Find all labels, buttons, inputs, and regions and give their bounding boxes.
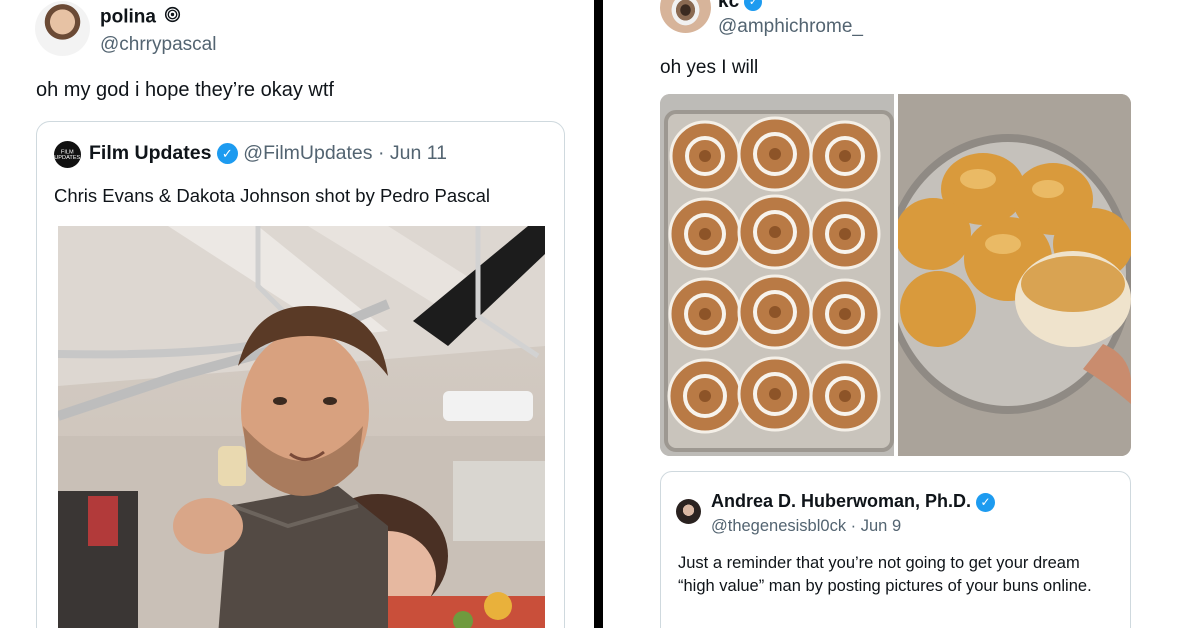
author-name-row: polina [100, 6, 181, 29]
logo-text: FILM UPDATES [54, 148, 81, 161]
photo-illustration [58, 226, 545, 628]
verified-icon: ✓ [216, 143, 238, 165]
cinnamon-rolls-photo[interactable] [660, 94, 894, 456]
spiral-icon [164, 6, 181, 29]
quoted-tweet-card[interactable]: Andrea D. Huberwoman, Ph.D. ✓ @thegenesi… [660, 471, 1131, 628]
author-handle[interactable]: @chrrypascal [100, 34, 216, 56]
dinner-buns-photo[interactable] [898, 94, 1131, 456]
quoted-text: Just a reminder that you’re not going to… [678, 554, 1092, 595]
tweet-text: oh my god i hope they’re okay wtf [36, 79, 334, 101]
author-name[interactable]: kc [718, 0, 739, 12]
kc-avatar[interactable] [660, 0, 711, 33]
quoted-author-name[interactable]: Film Updates [89, 142, 211, 164]
author-handle[interactable]: @amphichrome_ [718, 16, 863, 38]
film-updates-logo[interactable]: FILM UPDATES [54, 141, 81, 168]
author-name[interactable]: polina [100, 7, 156, 28]
polina-avatar[interactable] [35, 1, 90, 56]
quoted-meta: @thegenesisbl0ck · Jun 9 [711, 517, 901, 536]
quoted-text: Chris Evans & Dakota Johnson shot by Ped… [54, 185, 491, 206]
right-tweet: kc ✓ @amphichrome_ oh yes I will Andrea … [603, 0, 1200, 628]
quoted-author-handle[interactable]: @thegenesisbl0ck [711, 517, 846, 535]
left-tweet: polina @chrrypascal oh my god i hope the… [0, 0, 594, 628]
rolls-illustration [660, 94, 894, 456]
verified-icon: ✓ [744, 0, 763, 11]
quoted-author-name[interactable]: Andrea D. Huberwoman, Ph.D. [711, 491, 971, 511]
quoted-tweet-card[interactable]: FILM UPDATES Film Updates ✓ @FilmUpdates… [36, 121, 565, 628]
quoted-photo[interactable] [58, 226, 545, 628]
quoted-date[interactable]: · Jun 11 [378, 142, 447, 164]
panel-divider [594, 0, 603, 628]
buns-illustration [898, 94, 1131, 456]
andrea-avatar[interactable] [676, 499, 701, 524]
quoted-header: Film Updates ✓ @FilmUpdates · Jun 11 [89, 142, 447, 165]
tweet-text: oh yes I will [660, 57, 759, 78]
verified-icon: ✓ [976, 492, 996, 512]
author-name-row: kc ✓ [718, 0, 763, 13]
quoted-header: Andrea D. Huberwoman, Ph.D. ✓ [711, 491, 996, 512]
quoted-date[interactable]: · Jun 9 [851, 517, 901, 535]
quoted-author-handle[interactable]: @FilmUpdates [243, 142, 372, 164]
